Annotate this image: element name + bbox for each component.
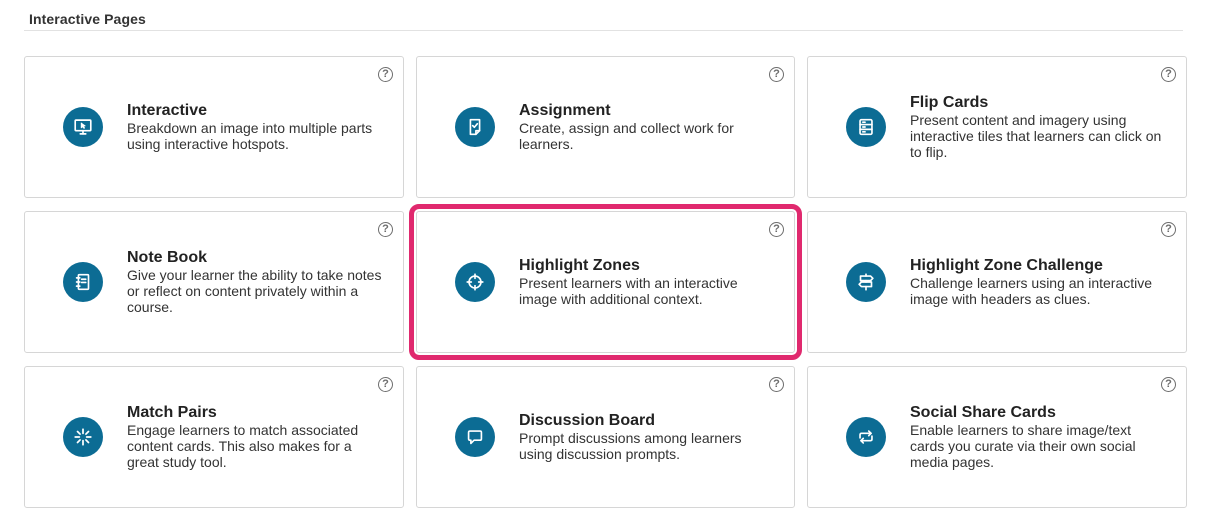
card-title: Discussion Board bbox=[519, 412, 656, 429]
card-title: Highlight Zone Challenge bbox=[910, 257, 1103, 274]
card-title: Match Pairs bbox=[127, 404, 217, 421]
card-title: Note Book bbox=[127, 249, 207, 266]
help-icon[interactable]: ? bbox=[769, 377, 784, 392]
help-icon[interactable]: ? bbox=[769, 67, 784, 82]
help-icon[interactable]: ? bbox=[769, 222, 784, 237]
card-description: Give your learner the ability to take no… bbox=[127, 267, 382, 315]
help-icon[interactable]: ? bbox=[1161, 377, 1176, 392]
help-icon[interactable]: ? bbox=[378, 222, 393, 237]
checklist-clipboard-icon bbox=[455, 107, 495, 147]
section-title: Interactive Pages bbox=[29, 11, 146, 27]
section-divider bbox=[24, 30, 1183, 31]
card-discussion-board[interactable]: ? Discussion Board Prompt discussions am… bbox=[416, 366, 795, 508]
card-description: Present content and imagery using intera… bbox=[910, 112, 1162, 160]
card-title: Flip Cards bbox=[910, 94, 989, 111]
card-description: Breakdown an image into multiple parts u… bbox=[127, 120, 373, 152]
monitor-cursor-icon bbox=[63, 107, 103, 147]
card-description: Present learners with an interactive ima… bbox=[519, 275, 738, 307]
notebook-icon bbox=[63, 262, 103, 302]
share-arrows-icon bbox=[846, 417, 886, 457]
interactive-pages-grid: ? Interactive Breakdown an image into mu… bbox=[24, 56, 1188, 508]
card-flip-cards[interactable]: ? Flip Cards Present content and imagery… bbox=[807, 56, 1187, 198]
card-description: Enable learners to share image/text card… bbox=[910, 422, 1136, 470]
card-note-book[interactable]: ? Note Book Give your learner the abilit… bbox=[24, 211, 404, 353]
stacked-cards-icon bbox=[846, 107, 886, 147]
card-highlight-zones[interactable]: ? Highlight Zones Present learners with … bbox=[409, 204, 802, 360]
card-social-share-cards[interactable]: ? Social Share Cards Enable learners to … bbox=[807, 366, 1187, 508]
burst-icon bbox=[63, 417, 103, 457]
card-title: Interactive bbox=[127, 102, 208, 119]
card-description: Engage learners to match associated cont… bbox=[127, 422, 359, 470]
card-title: Highlight Zones bbox=[519, 257, 640, 274]
card-description: Challenge learners using an interactive … bbox=[910, 275, 1153, 307]
card-description: Prompt discussions among learners using … bbox=[519, 430, 742, 462]
crosshair-icon bbox=[455, 262, 495, 302]
card-interactive[interactable]: ? Interactive Breakdown an image into mu… bbox=[24, 56, 404, 198]
card-assignment[interactable]: ? Assignment Create, assign and collect … bbox=[416, 56, 795, 198]
help-icon[interactable]: ? bbox=[1161, 67, 1176, 82]
card-match-pairs[interactable]: ? Match Pairs Engage learners to match a… bbox=[24, 366, 404, 508]
card-highlight-zone-challenge[interactable]: ? Highlight Zone Challenge Challenge lea… bbox=[807, 211, 1187, 353]
card-description: Create, assign and collect work for lear… bbox=[519, 120, 734, 152]
card-title: Assignment bbox=[519, 102, 611, 119]
help-icon[interactable]: ? bbox=[378, 377, 393, 392]
card-title: Social Share Cards bbox=[910, 404, 1056, 421]
help-icon[interactable]: ? bbox=[378, 67, 393, 82]
help-icon[interactable]: ? bbox=[1161, 222, 1176, 237]
speech-bubble-icon bbox=[455, 417, 495, 457]
signpost-icon bbox=[846, 262, 886, 302]
